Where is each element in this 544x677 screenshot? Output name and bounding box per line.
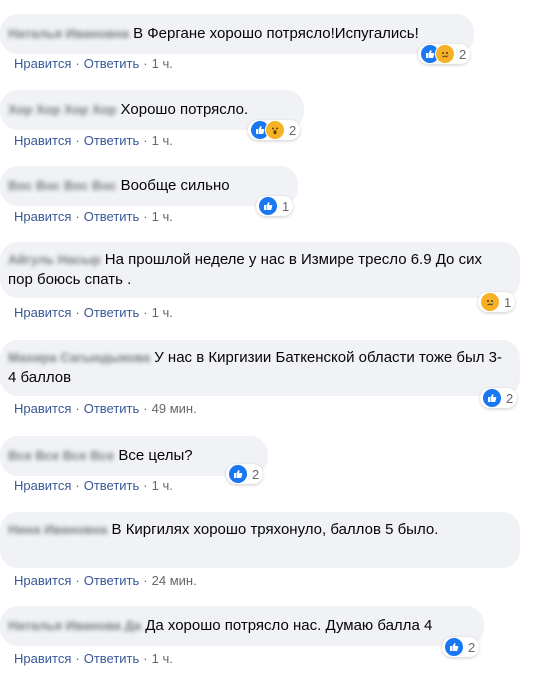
separator: · xyxy=(75,651,80,666)
reply-link[interactable]: Ответить xyxy=(84,651,140,666)
comment-author[interactable]: Все Все Все Все xyxy=(8,448,114,463)
comment-bubble: Наталья Иванова Да Да хорошо потрясло на… xyxy=(0,606,484,646)
like-icon xyxy=(482,388,502,408)
comment-actions: Нравится · Ответить · 1 ч. xyxy=(14,651,173,667)
reply-link[interactable]: Ответить xyxy=(84,133,140,148)
reaction-summary[interactable]: 2 xyxy=(418,44,471,64)
separator: · xyxy=(143,401,148,416)
separator: · xyxy=(75,401,80,416)
comment-time[interactable]: 1 ч. xyxy=(152,133,173,148)
comment-author[interactable]: Махира Сагындыкова xyxy=(8,350,150,365)
reaction-count: 1 xyxy=(504,294,512,310)
reply-link[interactable]: Ответить xyxy=(84,478,140,493)
like-icon xyxy=(228,464,248,484)
comment-actions: Нравится · Ответить · 1 ч. xyxy=(14,209,173,225)
comment-bubble: Вос Вос Вос Вос Вообще сильно xyxy=(0,166,298,206)
sad-icon xyxy=(435,44,455,64)
separator: · xyxy=(75,573,80,588)
separator: · xyxy=(75,133,80,148)
comment-time[interactable]: 1 ч. xyxy=(152,209,173,224)
separator: · xyxy=(75,478,80,493)
reply-link[interactable]: Ответить xyxy=(84,56,140,71)
comment-bubble: Нина Ивановна В Киргилях хорошо тряхонул… xyxy=(0,512,520,568)
sad-icon xyxy=(480,292,500,312)
comment-bubble: Айгуль Насыр На прошлой неделе у нас в И… xyxy=(0,242,520,298)
reaction-count: 2 xyxy=(459,46,467,62)
separator: · xyxy=(143,573,148,588)
comment-time[interactable]: 1 ч. xyxy=(152,56,173,71)
comment-bubble: Махира Сагындыкова У нас в Киргизии Батк… xyxy=(0,340,520,396)
reply-link[interactable]: Ответить xyxy=(84,305,140,320)
separator: · xyxy=(75,305,80,320)
comment-time[interactable]: 1 ч. xyxy=(152,305,173,320)
wow-icon xyxy=(265,120,285,140)
like-link[interactable]: Нравится xyxy=(14,133,71,148)
reply-link[interactable]: Ответить xyxy=(84,209,140,224)
reaction-summary[interactable]: 2 xyxy=(442,637,480,657)
like-icon xyxy=(444,637,464,657)
like-link[interactable]: Нравится xyxy=(14,209,71,224)
comment-author[interactable]: Айгуль Насыр xyxy=(8,252,101,267)
comment-bubble: Наталья Ивановна В Фергане хорошо потряс… xyxy=(0,14,474,54)
comment-author[interactable]: Наталья Иванова Да xyxy=(8,618,141,633)
comment-actions: Нравится · Ответить · 1 ч. xyxy=(14,478,173,494)
reply-link[interactable]: Ответить xyxy=(84,401,140,416)
comment-text: В Киргилях хорошо тряхонуло, баллов 5 бы… xyxy=(111,521,439,538)
like-link[interactable]: Нравится xyxy=(14,56,71,71)
like-link[interactable]: Нравится xyxy=(14,401,71,416)
comment-text: Да хорошо потрясло нас. Думаю балла 4 xyxy=(145,617,433,634)
separator: · xyxy=(143,209,148,224)
comment-author[interactable]: Хор Хор Хор Хор xyxy=(8,102,116,117)
reaction-summary[interactable]: 2 xyxy=(248,120,301,140)
comment-text: Хорошо потрясло. xyxy=(120,101,249,118)
like-link[interactable]: Нравится xyxy=(14,478,71,493)
separator: · xyxy=(143,133,148,148)
reply-link[interactable]: Ответить xyxy=(84,573,140,588)
comment-author[interactable]: Вос Вос Вос Вос xyxy=(8,178,116,193)
comment-author[interactable]: Наталья Ивановна xyxy=(8,26,129,41)
comment-actions: Нравится · Ответить · 1 ч. xyxy=(14,133,173,149)
comment-time[interactable]: 1 ч. xyxy=(152,478,173,493)
like-icon xyxy=(258,196,278,216)
reaction-summary[interactable]: 2 xyxy=(226,464,264,484)
comment-actions: Нравится · Ответить · 1 ч. xyxy=(14,305,173,321)
comment-actions: Нравится · Ответить · 49 мин. xyxy=(14,401,197,417)
comment-text: Вообще сильно xyxy=(120,177,230,194)
comment-text: Все целы? xyxy=(118,447,193,464)
like-link[interactable]: Нравится xyxy=(14,651,71,666)
reaction-summary[interactable]: 2 xyxy=(480,388,518,408)
reaction-count: 1 xyxy=(282,198,290,214)
separator: · xyxy=(143,478,148,493)
comment-actions: Нравится · Ответить · 1 ч. xyxy=(14,56,173,72)
comment-time[interactable]: 49 мин. xyxy=(152,401,197,416)
reaction-summary[interactable]: 1 xyxy=(478,292,516,312)
like-link[interactable]: Нравится xyxy=(14,573,71,588)
comment-time[interactable]: 24 мин. xyxy=(152,573,197,588)
separator: · xyxy=(143,305,148,320)
reaction-count: 2 xyxy=(252,466,260,482)
separator: · xyxy=(75,209,80,224)
comment-text: В Фергане хорошо потрясло!Испугались! xyxy=(133,25,419,42)
separator: · xyxy=(75,56,80,71)
reaction-count: 2 xyxy=(468,639,476,655)
reaction-count: 2 xyxy=(289,122,297,138)
separator: · xyxy=(143,651,148,666)
separator: · xyxy=(143,56,148,71)
comment-author[interactable]: Нина Ивановна xyxy=(8,522,107,537)
like-link[interactable]: Нравится xyxy=(14,305,71,320)
reaction-summary[interactable]: 1 xyxy=(256,196,294,216)
comment-actions: Нравится · Ответить · 24 мин. xyxy=(14,573,197,589)
reaction-count: 2 xyxy=(506,390,514,406)
comment-time[interactable]: 1 ч. xyxy=(152,651,173,666)
